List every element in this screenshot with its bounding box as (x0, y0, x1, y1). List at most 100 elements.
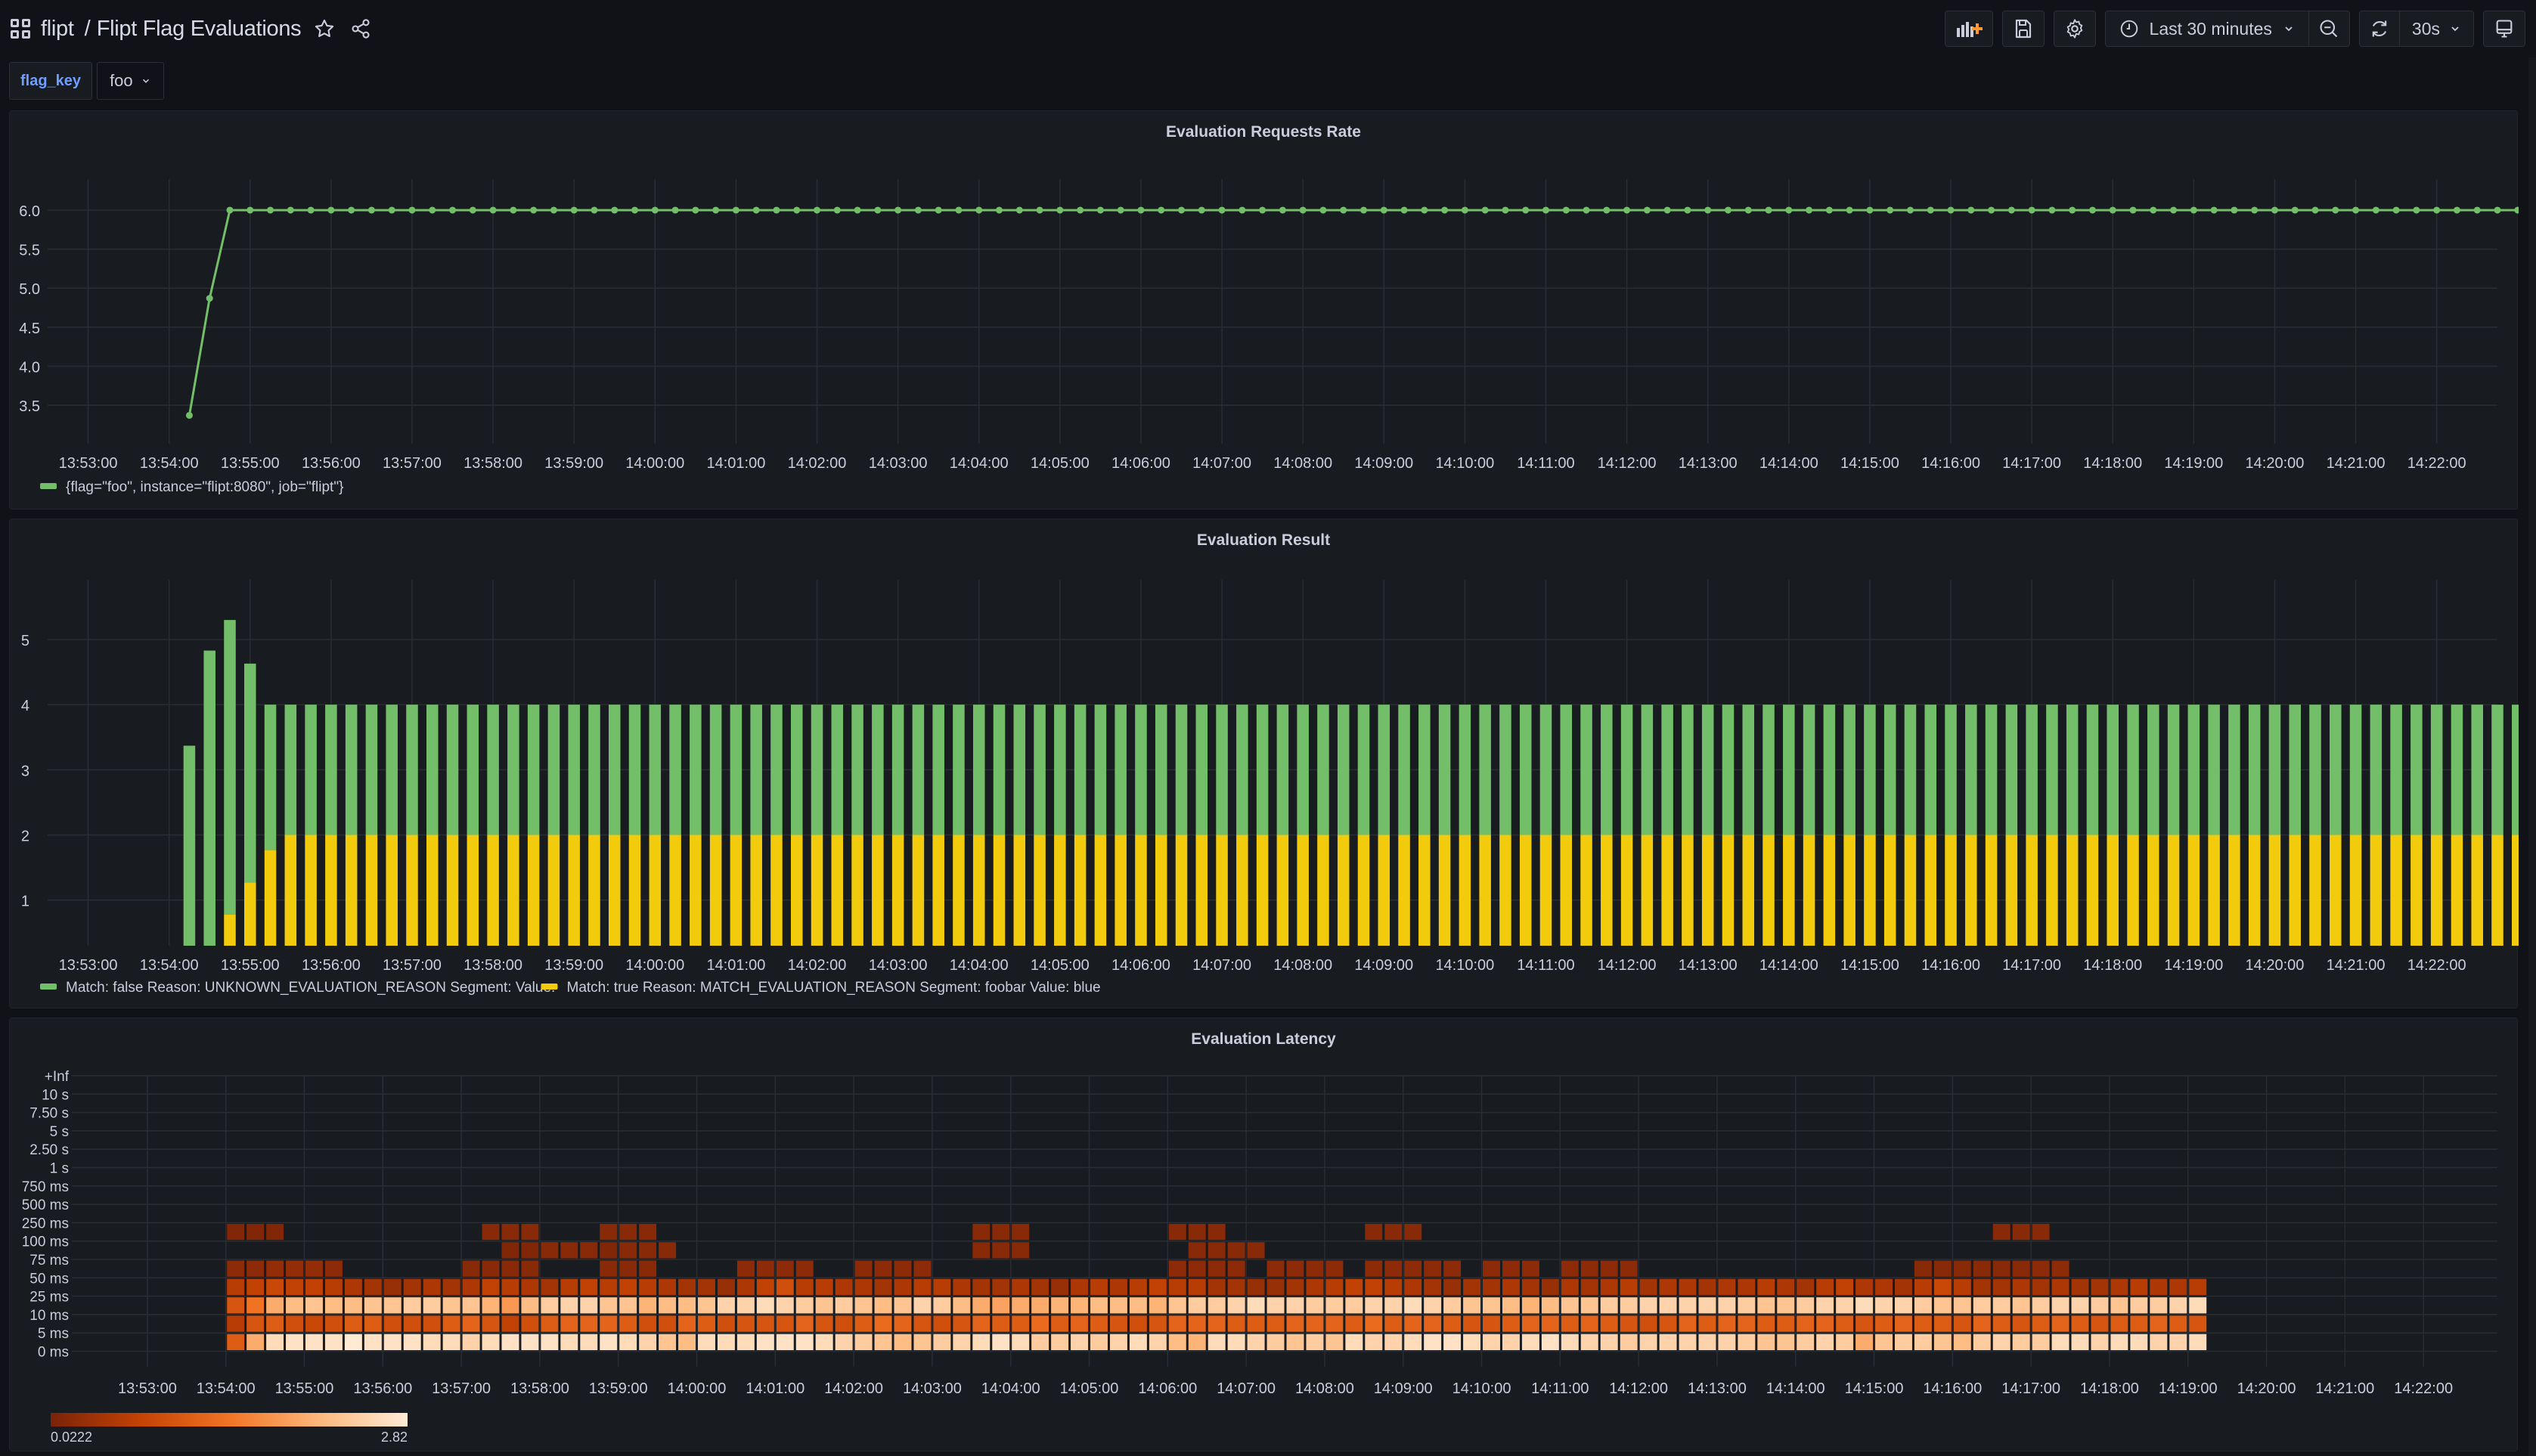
heatmap-cell (1365, 1223, 1383, 1241)
heatmap-cell (1875, 1315, 1893, 1332)
dashboard-header: flipt / Flipt Flag Evaluations Last 30 m… (0, 0, 2536, 57)
heatmap-cell (2169, 1297, 2187, 1314)
zoom-out-button[interactable] (2308, 11, 2349, 46)
bar-segment (993, 705, 1006, 835)
y-tick-label: 6.0 (19, 203, 40, 220)
heatmap-cell (1168, 1334, 1186, 1350)
scrollbar[interactable] (2528, 57, 2536, 1456)
bar-segment (446, 705, 459, 835)
x-tick-label: 14:12:00 (1598, 455, 1657, 472)
bar-chart: 1 2 3 4 5 13:53:00 13:54:00 13:55:00 13:56:00 13:… (21, 580, 2536, 996)
data-point (1866, 206, 1874, 214)
panel-title[interactable]: Evaluation Requests Rate (10, 123, 2517, 141)
bar-segment (2349, 835, 2362, 946)
settings-button[interactable] (2053, 11, 2096, 47)
panel-title[interactable]: Evaluation Latency (10, 1030, 2517, 1049)
heatmap-cell (736, 1334, 755, 1350)
x-tick-label: 14:16:00 (1923, 1380, 1982, 1397)
heatmap-cell (227, 1334, 245, 1350)
variable-select[interactable]: foo (97, 62, 164, 100)
bar-segment (1722, 705, 1735, 835)
x-tick-label: 14:08:00 (1295, 1380, 1354, 1397)
data-point (1117, 206, 1124, 214)
x-tick-label: 13:56:00 (302, 455, 361, 472)
bar-segment (406, 835, 418, 946)
bar-segment (690, 835, 702, 946)
bar-segment (770, 705, 783, 835)
heatmap-cell (619, 1334, 637, 1350)
x-tick-label: 13:57:00 (432, 1380, 491, 1397)
heatmap-cell (1071, 1315, 1089, 1332)
x-tick-label: 14:03:00 (869, 957, 928, 974)
data-point (1015, 206, 1023, 214)
data-point (550, 206, 557, 214)
x-tick-label: 13:53:00 (59, 957, 118, 974)
clock-icon (2120, 20, 2138, 38)
bar-segment (608, 705, 621, 835)
refresh-button[interactable] (2360, 11, 2399, 46)
share-icon[interactable] (348, 16, 374, 42)
bar-segment (1722, 835, 1735, 946)
x-tick-label: 13:54:00 (140, 455, 199, 472)
heatmap-cell (521, 1315, 539, 1332)
x-tick-label: 14:01:00 (706, 957, 765, 974)
heatmap-cell (1718, 1334, 1736, 1350)
dashboard-title[interactable]: Flipt Flag Evaluations (97, 17, 302, 42)
data-point (1562, 206, 1570, 214)
bar-segment (2289, 705, 2301, 835)
data-point (2251, 206, 2259, 214)
heatmap-cell (1012, 1297, 1030, 1314)
refresh-interval-select[interactable]: 30s (2398, 11, 2473, 46)
data-point (1178, 206, 1186, 214)
heatmap-cell (2012, 1223, 2030, 1241)
x-tick-label: 14:10:00 (1452, 1380, 1511, 1397)
x-tick-label: 13:56:00 (353, 1380, 412, 1397)
bar-segment (1742, 835, 1755, 946)
heatmap-cell (2032, 1315, 2050, 1332)
bar-segment (1175, 835, 1188, 946)
heatmap-cell (1953, 1278, 1971, 1296)
heatmap-cell (1012, 1223, 1030, 1241)
bar-segment (932, 835, 944, 946)
heatmap-cell (2051, 1315, 2069, 1332)
heatmap-cell (1973, 1297, 1991, 1314)
heatmap-cell (639, 1223, 657, 1241)
save-button[interactable] (2001, 11, 2045, 47)
heatmap-cell (698, 1315, 715, 1332)
add-panel-button[interactable] (1944, 11, 1993, 47)
heatmap-cell (482, 1334, 500, 1350)
bar-segment (750, 705, 762, 835)
heatmap-cell (894, 1315, 912, 1332)
heatmap-cell (1071, 1297, 1089, 1314)
x-tick-label: 14:02:00 (788, 455, 847, 472)
heatmap-cell (1600, 1297, 1618, 1314)
heatmap-cell (1365, 1297, 1383, 1314)
monitor-icon (2496, 20, 2513, 38)
bar-segment (649, 705, 662, 835)
star-icon[interactable] (312, 16, 337, 42)
apps-icon[interactable] (11, 19, 30, 39)
bar-segment (305, 835, 317, 946)
x-tick-label: 14:21:00 (2327, 455, 2386, 472)
y-tick-label: 5 (21, 633, 29, 649)
heatmap-cell (1738, 1334, 1756, 1350)
bar-segment (1661, 835, 1673, 946)
panel-title[interactable]: Evaluation Result (10, 531, 2517, 550)
heatmap-cell (1365, 1260, 1383, 1277)
heatmap-cell (1639, 1315, 1657, 1332)
tv-mode-button[interactable] (2483, 11, 2525, 47)
bar-segment (2451, 705, 2463, 835)
bar-segment (790, 705, 803, 835)
data-point (2129, 206, 2137, 214)
heatmap-cell (2189, 1278, 2207, 1296)
heatmap-cell (1012, 1334, 1030, 1350)
x-tick-label: 14:02:00 (824, 1380, 883, 1397)
folder-link[interactable]: flipt (41, 17, 74, 42)
bar-segment (851, 705, 863, 835)
data-point (246, 206, 254, 214)
heatmap-cell (1718, 1278, 1736, 1296)
time-range-button[interactable]: Last 30 minutes (2106, 11, 2308, 46)
x-tick-label: 14:10:00 (1435, 957, 1494, 974)
y-tick-label: 75 ms (29, 1253, 69, 1269)
heatmap-cell (678, 1278, 696, 1296)
